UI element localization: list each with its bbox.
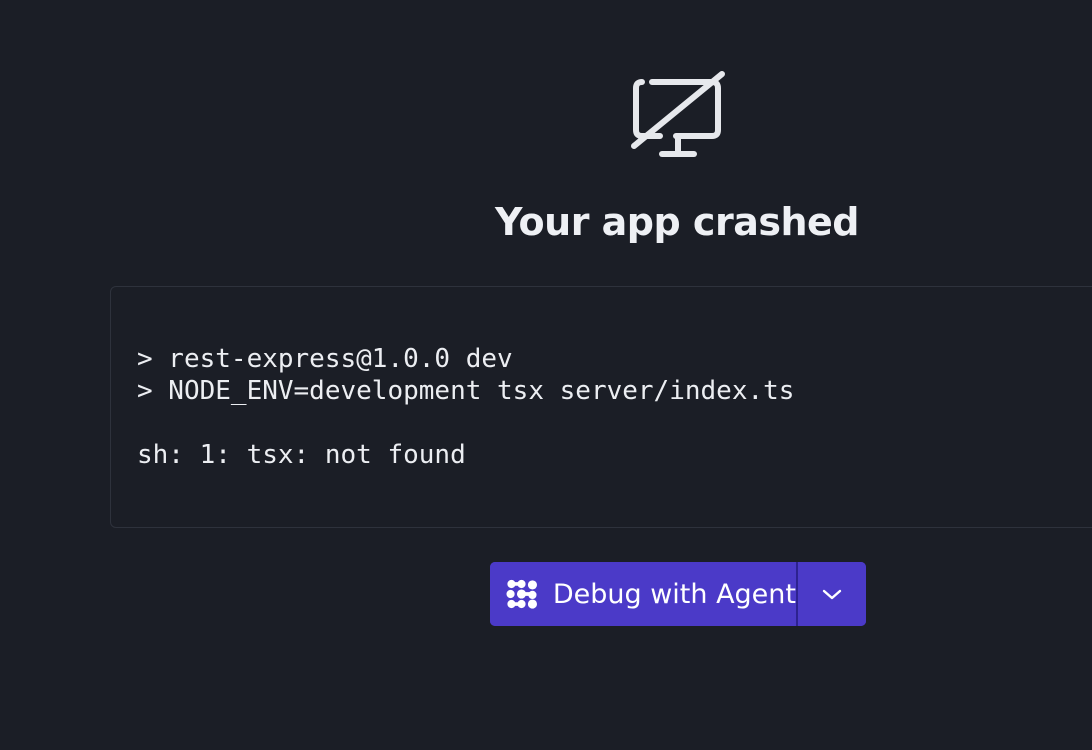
monitor-off-icon: [631, 71, 725, 157]
page-title: Your app crashed: [495, 200, 859, 244]
error-log: > rest-express@1.0.0 dev > NODE_ENV=devel…: [137, 343, 794, 471]
log-line: > NODE_ENV=development tsx server/index.…: [137, 376, 795, 406]
title-container: Your app crashed: [0, 200, 1092, 256]
log-line: sh: 1: tsx: not found: [137, 440, 466, 470]
chevron-down-icon: [822, 589, 842, 600]
agent-icon: [506, 579, 538, 609]
debug-options-dropdown-button[interactable]: [798, 562, 866, 626]
log-line: > rest-express@1.0.0 dev: [137, 344, 513, 374]
debug-with-agent-button[interactable]: Debug with Agent: [490, 562, 796, 626]
debug-split-button: Debug with Agent: [490, 562, 866, 626]
debug-with-agent-label: Debug with Agent: [552, 578, 796, 610]
error-log-panel: > rest-express@1.0.0 dev > NODE_ENV=devel…: [110, 286, 1092, 528]
crash-screen: Your app crashed > rest-express@1.0.0 de…: [0, 0, 1092, 750]
